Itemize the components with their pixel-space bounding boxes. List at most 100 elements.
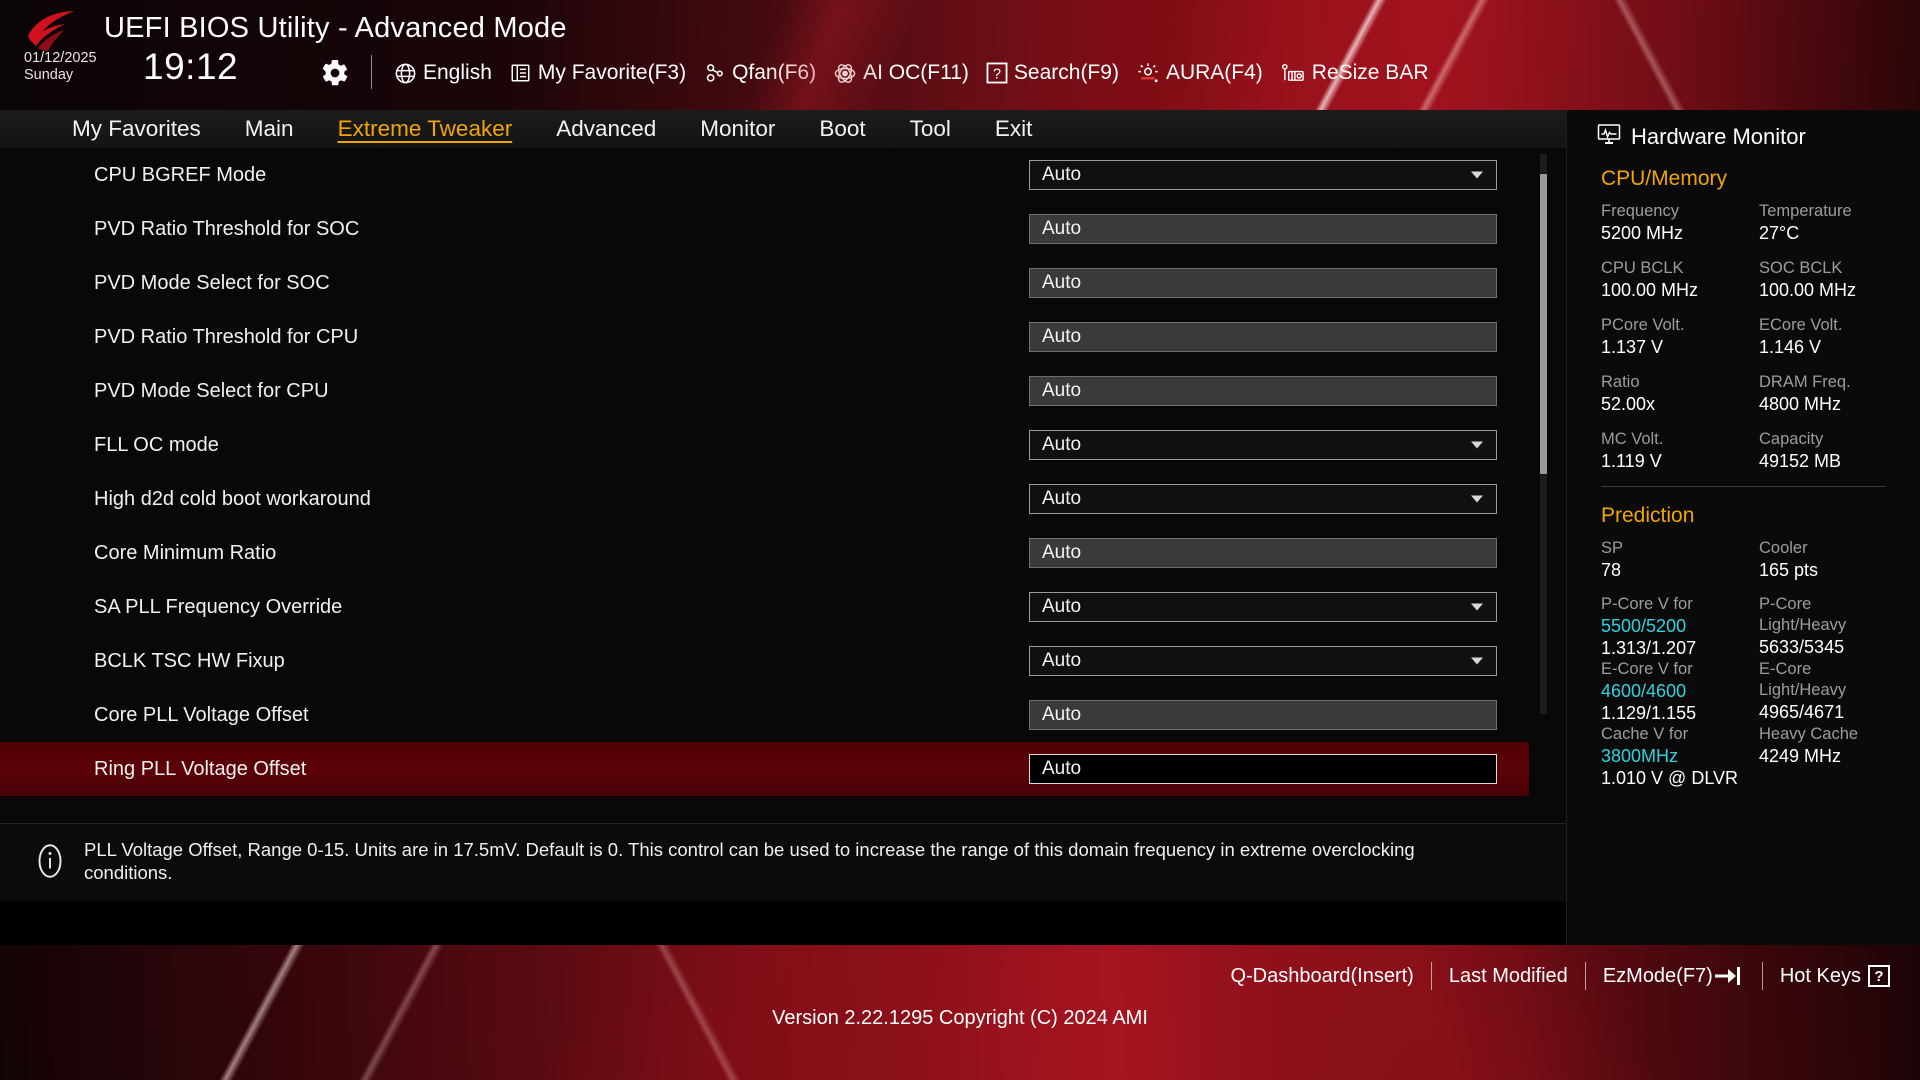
value-field[interactable]: Auto [1029,268,1497,298]
setting-row-fll-oc-mode[interactable]: FLL OC mode Auto [0,418,1529,472]
setting-row-high-d2d-cold-boot-workaround[interactable]: High d2d cold boot workaround Auto [0,472,1529,526]
tab-my-favorites[interactable]: My Favorites [72,116,201,142]
setting-row-pvd-ratio-threshold-soc[interactable]: PVD Ratio Threshold for SOC Auto [0,202,1529,256]
metric-label: P-Core V for [1601,595,1693,613]
setting-row-pvd-mode-select-cpu[interactable]: PVD Mode Select for CPU Auto [0,364,1529,418]
setting-row-ring-pll-voltage-offset[interactable]: Ring PLL Voltage Offset Auto [0,742,1529,796]
setting-row-pvd-ratio-threshold-cpu[interactable]: PVD Ratio Threshold for CPU Auto [0,310,1529,364]
metric-value: 27°C [1759,223,1800,243]
toolbar-item-aura[interactable]: AURA(F4) [1136,56,1263,90]
setting-label: PVD Ratio Threshold for SOC [94,217,360,240]
setting-control[interactable]: Auto [1029,376,1497,406]
value-input[interactable]: Auto [1029,754,1497,784]
monitor-pair: Ratio 52.00x DRAM Freq. 4800 MHz [1601,372,1920,416]
tab-tool[interactable]: Tool [910,116,951,142]
setting-label: High d2d cold boot workaround [94,487,371,510]
setting-control[interactable]: Auto [1029,592,1497,622]
metric-label: Light/Heavy [1759,616,1847,634]
monitor-cell: PCore Volt. 1.137 V [1601,315,1759,359]
tab-boot[interactable]: Boot [819,116,865,142]
header-divider [371,55,372,89]
metric-label: Temperature [1759,202,1852,220]
dropdown-value[interactable]: Auto [1029,430,1497,460]
metric-value: 1.313/1.207 [1601,638,1697,658]
metric-value: 5633/5345 [1759,637,1845,657]
value-field[interactable]: Auto [1029,376,1497,406]
toolbar-item-language[interactable]: English [394,56,492,90]
setting-control[interactable]: Auto [1029,160,1497,190]
dropdown-value[interactable]: Auto [1029,592,1497,622]
tab-main[interactable]: Main [245,116,294,142]
setting-control[interactable]: Auto [1029,214,1497,244]
list-icon [509,62,532,84]
dropdown-value[interactable]: Auto [1029,646,1497,676]
scrollbar-track[interactable] [1540,154,1547,714]
question-icon: ? [986,62,1008,84]
chevron-down-icon[interactable] [1471,603,1483,611]
footer-link-label: Last Modified [1448,964,1568,987]
toolbar-label: Search(F9) [1013,61,1119,84]
footer-link-q-dashboard[interactable]: Q-Dashboard(Insert) [1230,965,1413,988]
toolbar-item-my-favorite[interactable]: My Favorite(F3) [509,56,686,90]
toolbar-item-ai-oc[interactable]: AI OC(F11) [833,56,969,90]
metric-value: 52.00x [1601,394,1656,414]
gear-icon[interactable] [320,58,350,88]
setting-row-sa-pll-frequency-override[interactable]: SA PLL Frequency Override Auto [0,580,1529,634]
metric-value: 1.137 V [1601,337,1664,357]
dropdown-value[interactable]: Auto [1029,160,1497,190]
aioc-icon [833,62,857,85]
metric-label: Heavy Cache [1759,725,1859,743]
tab-monitor[interactable]: Monitor [700,116,775,142]
scrollbar-thumb[interactable] [1540,174,1547,474]
clock-label: 19:12 [143,46,239,87]
toolbar-item-search[interactable]: ? Search(F9) [986,56,1119,90]
footer-link-hot-keys[interactable]: Hot Keys ? [1780,965,1890,988]
footer-link-ez-mode[interactable]: EzMode(F7) [1603,965,1745,988]
dropdown-value[interactable]: Auto [1029,484,1497,514]
tab-advanced[interactable]: Advanced [556,116,656,142]
metric-value: 4965/4671 [1759,702,1845,722]
setting-row-core-minimum-ratio[interactable]: Core Minimum Ratio Auto [0,526,1529,580]
setting-row-bclk-tsc-hw-fixup[interactable]: BCLK TSC HW Fixup Auto [0,634,1529,688]
monitor-cell: CPU BCLK 100.00 MHz [1601,258,1759,302]
chevron-down-icon[interactable] [1471,495,1483,503]
prediction-cell-pcore-left: P-Core V for 5500/5200 1.313/1.207 [1601,594,1759,659]
setting-control[interactable]: Auto [1029,322,1497,352]
setting-control[interactable]: Auto [1029,538,1497,568]
value-field[interactable]: Auto [1029,700,1497,730]
setting-control[interactable]: Auto [1029,646,1497,676]
footer-link-last-modified[interactable]: Last Modified [1449,965,1568,988]
prediction-pair: Cache V for 3800MHz 1.010 V @ DLVR Heavy… [1601,724,1920,789]
value-field[interactable]: Auto [1029,322,1497,352]
setting-label: FLL OC mode [94,433,219,456]
setting-control[interactable]: Auto [1029,700,1497,730]
hardware-monitor-title: Hardware Monitor [1631,123,1806,149]
value-field[interactable]: Auto [1029,214,1497,244]
setting-row-pvd-mode-select-soc[interactable]: PVD Mode Select for SOC Auto [0,256,1529,310]
setting-row-cpu-bgref-mode[interactable]: CPU BGREF Mode Auto [0,148,1529,202]
toolbar-label: English [423,61,492,84]
day-label: Sunday [24,67,74,83]
info-icon [32,843,68,884]
setting-control[interactable]: Auto [1029,268,1497,298]
monitor-cell: Ratio 52.00x [1601,372,1759,416]
toolbar-item-qfan[interactable]: Qfan(F6) [703,56,816,90]
rog-logo-icon [22,10,84,54]
chevron-down-icon[interactable] [1471,657,1483,665]
tab-extreme-tweaker[interactable]: Extreme Tweaker [338,116,513,142]
tab-exit[interactable]: Exit [995,116,1033,142]
setting-control[interactable]: Auto [1029,430,1497,460]
chevron-down-icon[interactable] [1471,441,1483,449]
setting-row-core-pll-voltage-offset[interactable]: Core PLL Voltage Offset Auto [0,688,1529,742]
prediction-readouts: SP 78 Cooler 165 pts P-Core V for 5500/5… [1567,528,1920,789]
chevron-down-icon[interactable] [1471,171,1483,179]
prediction-pair: SP 78 Cooler 165 pts [1601,538,1920,581]
value-field[interactable]: Auto [1029,538,1497,568]
setting-control[interactable]: Auto [1029,754,1497,784]
metric-label: E-Core [1759,660,1812,678]
metric-label: Cache V for [1601,725,1689,743]
setting-label: BCLK TSC HW Fixup [94,649,285,672]
toolbar-item-resize-bar[interactable]: ReSize BAR [1280,56,1429,90]
setting-control[interactable]: Auto [1029,484,1497,514]
resizebar-icon [1280,62,1306,85]
